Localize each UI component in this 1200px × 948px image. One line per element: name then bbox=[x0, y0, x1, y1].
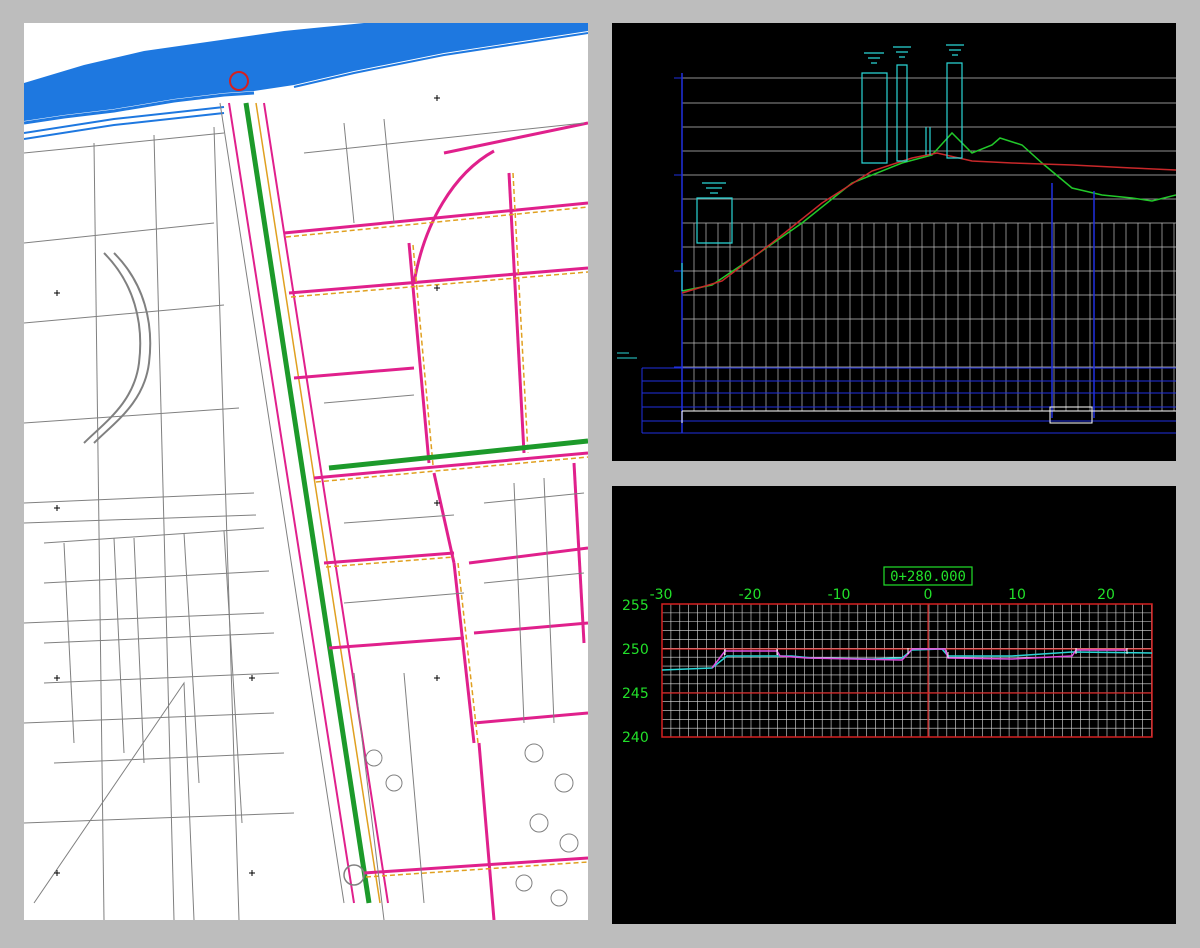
profile-vertical-grid bbox=[693, 223, 1175, 411]
existing-ground-line bbox=[661, 648, 1153, 671]
longitudinal-profile-view[interactable] bbox=[612, 23, 1176, 461]
parcel-lines-left bbox=[24, 126, 295, 920]
x-tick-label: -30 bbox=[650, 587, 673, 603]
x-axis-labels: -30 -20 -10 0 10 20 bbox=[650, 587, 1115, 603]
tree-symbols bbox=[365, 743, 579, 907]
section-boundary bbox=[1051, 183, 1095, 418]
x-tick-label: 10 bbox=[1008, 587, 1026, 603]
road-plan-view[interactable] bbox=[24, 23, 588, 920]
x-tick-label: -20 bbox=[739, 587, 762, 603]
y-tick-label: 240 bbox=[622, 730, 649, 746]
main-highway bbox=[219, 102, 389, 904]
y-tick-label: 250 bbox=[622, 642, 649, 658]
section-drawing: 0+280.000 -30 -20 -10 0 10 20 255 250 24… bbox=[622, 566, 1153, 746]
station-label: 0+280.000 bbox=[890, 569, 966, 585]
x-tick-label: 20 bbox=[1097, 587, 1115, 603]
water-body bbox=[24, 23, 588, 121]
section-frame bbox=[661, 603, 1153, 738]
section-grid bbox=[661, 603, 1152, 737]
roundabout-bottom bbox=[343, 864, 365, 886]
profile-data-band bbox=[641, 367, 1176, 434]
y-axis-labels: 255 250 245 240 bbox=[622, 598, 649, 746]
cross-section-view[interactable]: 0+280.000 -30 -20 -10 0 10 20 255 250 24… bbox=[612, 486, 1176, 924]
x-tick-label: -10 bbox=[828, 587, 851, 603]
profile-drawing bbox=[617, 44, 1176, 434]
y-tick-label: 245 bbox=[622, 686, 649, 702]
x-tick-label: 0 bbox=[924, 587, 933, 603]
plan-drawing bbox=[24, 23, 588, 920]
y-tick-label: 255 bbox=[622, 598, 649, 614]
